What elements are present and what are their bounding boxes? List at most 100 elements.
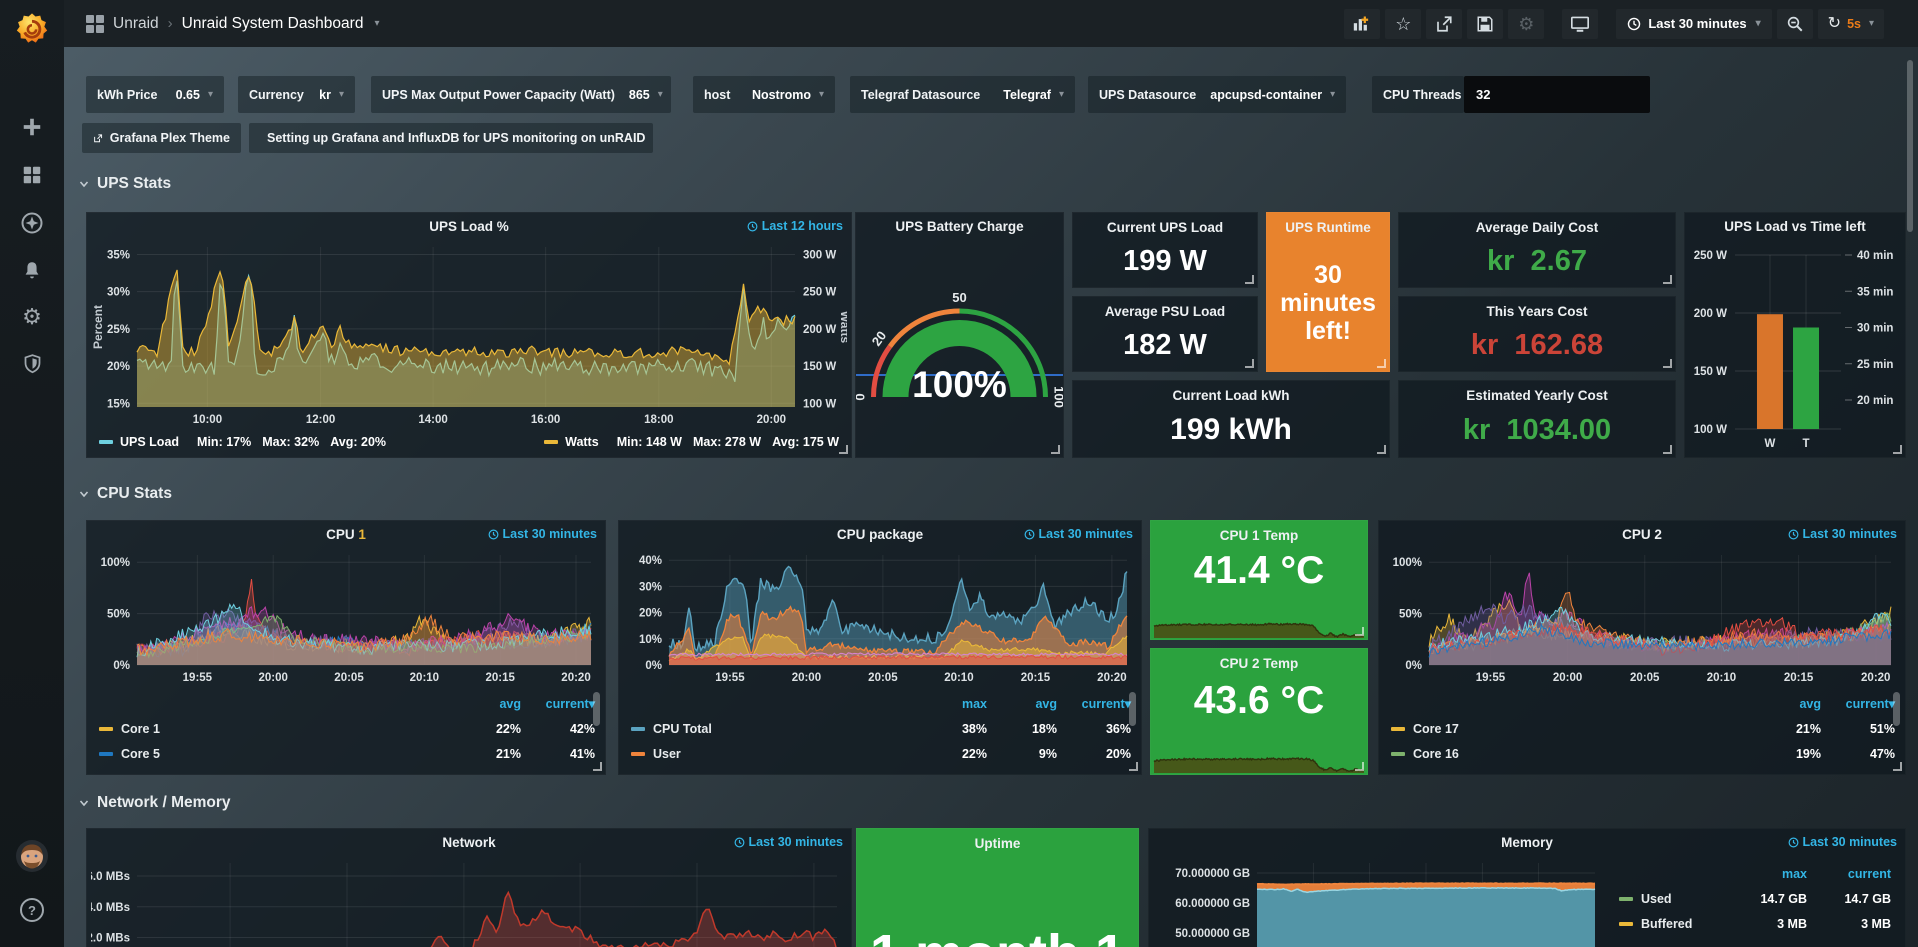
- panel-time-override[interactable]: Last 30 minutes: [1788, 521, 1897, 547]
- panel-resize-handle[interactable]: [1377, 359, 1386, 368]
- series-name[interactable]: Core 16: [1413, 747, 1459, 761]
- chevron-down-icon[interactable]: ▾: [374, 18, 379, 29]
- panel-time-override[interactable]: Last 30 minutes: [1024, 521, 1133, 547]
- memory-chart[interactable]: 70.000000 GB60.000000 GB50.000000 GB: [1153, 855, 1605, 947]
- panel-resize-handle[interactable]: [1051, 445, 1060, 454]
- panel-time-override[interactable]: Last 30 minutes: [1788, 829, 1897, 855]
- add-panel-button[interactable]: [1344, 9, 1380, 39]
- section-cpu-stats[interactable]: CPU Stats: [78, 485, 172, 503]
- breadcrumb-dashboard[interactable]: Unraid System Dashboard: [182, 15, 364, 33]
- refresh-button[interactable]: ↻ 5s ▾: [1818, 9, 1884, 39]
- link-ups-monitoring-guide[interactable]: Setting up Grafana and InfluxDB for UPS …: [249, 123, 653, 153]
- variable-telegraf-datasource[interactable]: Telegraf Datasource Telegraf▾: [850, 76, 1075, 113]
- settings-gear-button[interactable]: ⚙: [1508, 9, 1544, 39]
- section-network-memory[interactable]: Network / Memory: [78, 794, 231, 812]
- panel-resize-handle[interactable]: [1355, 762, 1364, 771]
- panel-title[interactable]: Network: [442, 835, 495, 850]
- panel-resize-handle[interactable]: [1893, 762, 1902, 771]
- panel-resize-handle[interactable]: [839, 445, 848, 454]
- cpu1-chart[interactable]: 0%50%100%19:5520:0020:0520:1020:1520:20: [91, 547, 601, 687]
- series-name[interactable]: CPU Total: [653, 722, 712, 736]
- user-avatar[interactable]: [0, 838, 64, 874]
- share-button[interactable]: [1426, 9, 1462, 39]
- variable-currency[interactable]: Currency kr▾: [238, 76, 355, 113]
- stat-title[interactable]: Estimated Yearly Cost: [1399, 388, 1675, 403]
- variable-ups-max-output[interactable]: UPS Max Output Power Capacity (Watt) 865…: [371, 76, 671, 113]
- series-name[interactable]: Core 5: [121, 747, 160, 761]
- explore-compass-icon[interactable]: [0, 208, 64, 238]
- panel-resize-handle[interactable]: [593, 762, 602, 771]
- panel-title[interactable]: UPS Load vs Time left: [1724, 219, 1866, 234]
- configuration-gear-icon[interactable]: ⚙: [0, 302, 64, 332]
- series-name[interactable]: Core 1: [121, 722, 160, 736]
- section-ups-stats[interactable]: UPS Stats: [78, 175, 171, 193]
- legend-item[interactable]: Watts Min: 148 WMax: 278 WAvg: 175 W: [544, 435, 839, 449]
- ups-battery-gauge[interactable]: 02050100100%: [856, 239, 1063, 455]
- panel-resize-handle[interactable]: [1245, 359, 1254, 368]
- star-button[interactable]: ☆: [1385, 9, 1421, 39]
- panel-title[interactable]: CPU 1: [326, 527, 366, 542]
- legend-scrollbar[interactable]: [1893, 692, 1900, 726]
- svg-text:250 W: 250 W: [1694, 250, 1727, 262]
- stat-title[interactable]: CPU 2 Temp: [1151, 656, 1367, 671]
- variable-ups-datasource[interactable]: UPS Datasource apcupsd-container▾: [1088, 76, 1346, 113]
- series-name[interactable]: Core 17: [1413, 722, 1459, 736]
- panel-time-override[interactable]: Last 30 minutes: [734, 829, 843, 855]
- legend-scrollbar[interactable]: [593, 692, 600, 726]
- panel-resize-handle[interactable]: [1663, 445, 1672, 454]
- panel-time-override[interactable]: Last 12 hours: [747, 213, 843, 239]
- ups-load-chart[interactable]: 15%20%25%30%35%100 W150 W200 W250 W300 W…: [91, 239, 847, 429]
- cpu2-chart[interactable]: 0%50%100%19:5520:0020:0520:1020:1520:20: [1383, 547, 1901, 687]
- legend-item[interactable]: UPS Load Min: 17%Max: 32%Avg: 20%: [99, 435, 386, 449]
- panel-resize-handle[interactable]: [1663, 359, 1672, 368]
- panel-time-override[interactable]: Last 30 minutes: [488, 521, 597, 547]
- legend-scrollbar[interactable]: [1129, 692, 1136, 726]
- server-admin-shield-icon[interactable]: [0, 348, 64, 378]
- series-name[interactable]: Used: [1641, 892, 1672, 906]
- breadcrumb-app[interactable]: Unraid: [113, 15, 159, 33]
- panel-title[interactable]: UPS Battery Charge: [895, 219, 1023, 234]
- panel-resize-handle[interactable]: [1663, 275, 1672, 284]
- help-icon[interactable]: ?: [0, 895, 64, 925]
- stat-title[interactable]: Average Daily Cost: [1399, 220, 1675, 235]
- clock-icon: [488, 529, 499, 540]
- series-name[interactable]: Buffered: [1641, 917, 1692, 931]
- tv-kiosk-button[interactable]: [1562, 9, 1598, 39]
- time-range-picker[interactable]: Last 30 minutes ▾: [1616, 9, 1771, 39]
- panel-title[interactable]: CPU package: [837, 527, 923, 542]
- page-scrollbar[interactable]: [1907, 60, 1913, 232]
- stat-title[interactable]: Average PSU Load: [1073, 304, 1257, 319]
- stat-title[interactable]: UPS Runtime: [1267, 220, 1389, 235]
- zoom-out-button[interactable]: [1777, 9, 1813, 39]
- save-button[interactable]: [1467, 9, 1503, 39]
- network-chart[interactable]: 6.0 MBs4.0 MBs2.0 MBs: [91, 855, 847, 947]
- dashboard-grid-icon[interactable]: [86, 15, 104, 33]
- alerting-bell-icon[interactable]: [0, 256, 64, 286]
- stat-title[interactable]: Current Load kWh: [1073, 388, 1389, 403]
- variable-kwh-price[interactable]: kWh Price 0.65▾: [86, 76, 224, 113]
- link-grafana-plex-theme[interactable]: Grafana Plex Theme: [82, 123, 241, 153]
- stat-title[interactable]: Uptime: [857, 836, 1138, 851]
- panel-resize-handle[interactable]: [1129, 762, 1138, 771]
- panel-title[interactable]: CPU 2: [1622, 527, 1662, 542]
- panel-title[interactable]: Memory: [1501, 835, 1553, 850]
- series-name[interactable]: User: [653, 747, 681, 761]
- ups-load-vs-time-chart[interactable]: 100 W150 W200 W250 W20 min25 min30 min35…: [1685, 239, 1905, 455]
- variable-host[interactable]: host Nostromo▾: [693, 76, 835, 113]
- create-icon[interactable]: [0, 112, 64, 142]
- panel-resize-handle[interactable]: [1355, 627, 1364, 636]
- panel-title[interactable]: UPS Load %: [429, 219, 509, 234]
- cpu-package-chart[interactable]: 0%10%20%30%40%19:5520:0020:0520:1020:152…: [623, 547, 1137, 687]
- cpu-threads-input[interactable]: [1464, 76, 1650, 113]
- series-swatch: [99, 440, 113, 444]
- stat-title[interactable]: This Years Cost: [1399, 304, 1675, 319]
- panel-resize-handle[interactable]: [1245, 275, 1254, 284]
- dashboards-icon[interactable]: [0, 160, 64, 190]
- refresh-interval: 5s: [1847, 17, 1861, 31]
- stat-title[interactable]: Current UPS Load: [1073, 220, 1257, 235]
- stat-title[interactable]: CPU 1 Temp: [1151, 528, 1367, 543]
- panel-resize-handle[interactable]: [1893, 445, 1902, 454]
- panel-cpu-2: CPU 2 Last 30 minutes 0%50%100%19:5520:0…: [1378, 520, 1906, 775]
- grafana-logo-icon[interactable]: [0, 8, 64, 52]
- panel-resize-handle[interactable]: [1377, 445, 1386, 454]
